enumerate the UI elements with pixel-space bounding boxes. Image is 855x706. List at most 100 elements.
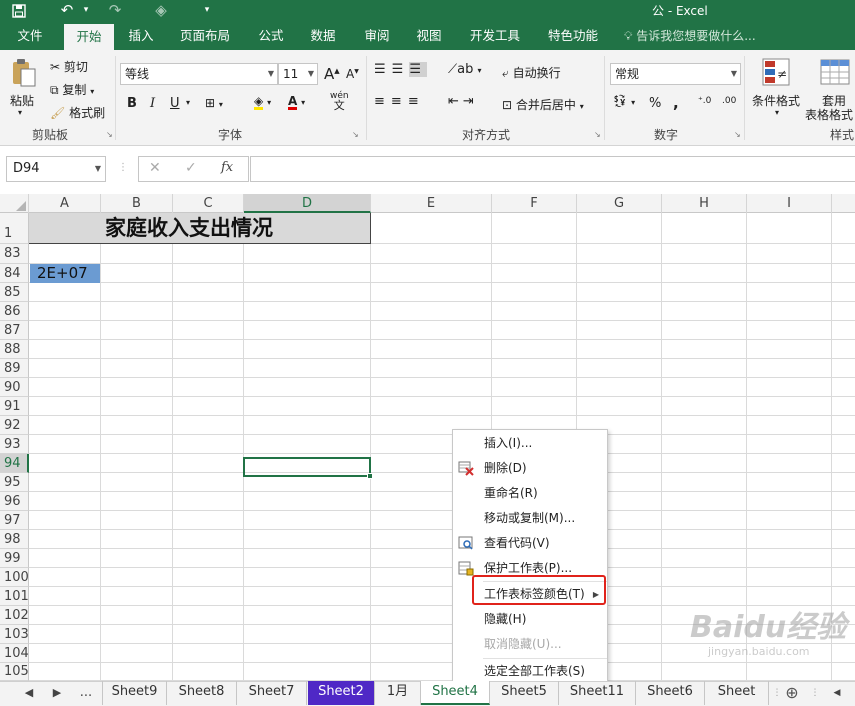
row-header-87[interactable]: 87 [0,321,29,340]
clipboard-dialog-launcher[interactable]: ↘ [106,130,113,139]
row-header-100[interactable]: 100 [0,568,29,587]
horizontal-align-buttons[interactable]: ≡≡≡ [374,94,425,109]
sheet-tab-partial[interactable]: Sheet [705,681,769,705]
column-header-c[interactable]: C [173,194,244,213]
undo-dropdown-icon[interactable]: ▾ [80,0,92,22]
sheet-tab-sheet9[interactable]: Sheet9 [102,681,167,705]
currency-button[interactable]: 💱︎ ▾ [612,94,635,108]
tab-special-features[interactable]: 特色功能 [540,22,606,50]
column-header-i[interactable]: I [747,194,832,213]
alignment-dialog-launcher[interactable]: ↘ [594,130,601,139]
underline-button[interactable]: U [170,96,180,111]
tab-data[interactable]: 数据 [302,22,344,50]
tab-home[interactable]: 开始 [64,24,114,50]
row-header-101[interactable]: 101 [0,587,29,606]
number-dialog-launcher[interactable]: ↘ [734,130,741,139]
tab-view[interactable]: 视图 [408,22,450,50]
percent-button[interactable]: % [649,96,661,111]
name-box[interactable]: D94 ▼ [6,156,106,182]
row-header-90[interactable]: 90 [0,378,29,397]
sheet-tab-sheet11[interactable]: Sheet11 [559,681,636,705]
font-color-button[interactable]: A ▾ [288,94,305,110]
formula-input[interactable] [250,156,855,182]
orientation-button[interactable]: ⟋ab ▾ [448,62,481,77]
sheet-tab-sheet6[interactable]: Sheet6 [636,681,705,705]
font-size-select[interactable]: 11 ▼ [278,63,318,85]
tab-developer[interactable]: 开发工具 [462,22,528,50]
font-name-select[interactable]: 等线 ▼ [120,63,278,85]
sheet-tab-sheet2[interactable]: Sheet2 [308,681,375,705]
menu-item-view-code[interactable]: 查看代码(V) [453,531,607,556]
italic-button[interactable]: I [150,96,155,111]
column-header-e[interactable]: E [371,194,492,213]
quick-access-extra-icon[interactable]: ◈ [150,0,172,22]
wrap-text-button[interactable]: ⤶ 自动换行 [502,64,561,81]
insert-function-icon[interactable]: fx [221,160,233,175]
row-header-91[interactable]: 91 [0,397,29,416]
tell-me-box[interactable]: 💡︎ 告诉我您想要做什么... [624,22,756,50]
grow-font-button[interactable]: A▲ [324,65,340,83]
undo-icon[interactable]: ↶ [56,0,78,22]
shrink-font-button[interactable]: A▼ [346,67,359,81]
column-header-g[interactable]: G [577,194,662,213]
indent-buttons[interactable]: ⇤⇥ [448,94,478,109]
cancel-icon[interactable]: ✕ [149,160,161,176]
row-header-102[interactable]: 102 [0,606,29,625]
format-as-table-label-2[interactable]: 表格格式 [805,106,853,123]
cell-a84[interactable]: 2E+07 [30,264,100,283]
column-header-h[interactable]: H [662,194,747,213]
tab-review[interactable]: 审阅 [356,22,398,50]
row-header-98[interactable]: 98 [0,530,29,549]
menu-item-insert[interactable]: 插入(I)... [453,431,607,456]
row-header-85[interactable]: 85 [0,283,29,302]
row-header-97[interactable]: 97 [0,511,29,530]
cut-button[interactable]: ✂ 剪切 [50,58,88,75]
row-header-89[interactable]: 89 [0,359,29,378]
paste-icon[interactable] [10,58,40,88]
redo-icon[interactable]: ↷ [104,0,126,22]
row-header-88[interactable]: 88 [0,340,29,359]
format-painter-button[interactable]: 🖌︎ 格式刷 [50,104,105,121]
sheet-tab-sheet5[interactable]: Sheet5 [490,681,559,705]
row-header-84[interactable]: 84 [0,264,29,283]
row-header-86[interactable]: 86 [0,302,29,321]
next-sheet-icon[interactable]: ▶ [48,682,66,706]
save-icon[interactable] [8,0,30,22]
tab-page-layout[interactable]: 页面布局 [172,22,238,50]
column-header-f[interactable]: F [492,194,577,213]
row-header-93[interactable]: 93 [0,435,29,454]
row-header-103[interactable]: 103 [0,625,29,644]
tab-file[interactable]: 文件 [8,22,52,50]
tab-formulas[interactable]: 公式 [250,22,292,50]
prev-sheet-icon[interactable]: ◀ [20,682,38,706]
borders-button[interactable]: ⊞ ▾ [205,96,223,110]
horizontal-scroll-left-icon[interactable]: ◀ [830,682,844,706]
row-header-1[interactable]: 1 [0,213,29,244]
select-all-corner[interactable] [0,194,29,213]
fill-handle[interactable] [367,473,373,479]
row-header-105[interactable]: 105 [0,663,29,681]
paste-button[interactable]: 粘贴 [10,92,34,109]
menu-item-delete[interactable]: 删除(D) [453,456,607,481]
fill-color-button[interactable]: ◈ ▾ [254,94,271,110]
row-header-94[interactable]: 94 [0,454,29,473]
sheet-tab-sheet4[interactable]: Sheet4 [421,681,490,705]
row-header-92[interactable]: 92 [0,416,29,435]
conditional-formatting-dropdown-icon[interactable]: ▾ [775,108,779,117]
row-header-104[interactable]: 104 [0,644,29,663]
more-sheets-button[interactable]: ... [76,682,96,706]
conditional-formatting-button[interactable]: 条件格式 [752,92,800,109]
enter-icon[interactable]: ✓ [185,160,197,176]
column-header-a[interactable]: A [29,194,101,213]
add-sheet-icon[interactable]: ⊕ [782,682,802,706]
column-header-d[interactable]: D [244,194,371,213]
sheet-tab-sheet7[interactable]: Sheet7 [237,681,307,705]
menu-item-hide[interactable]: 隐藏(H) [453,607,607,632]
cell-a1-title[interactable]: 家庭收入支出情况 [29,213,371,244]
chevron-down-icon[interactable]: ▼ [95,157,101,181]
menu-item-move-copy[interactable]: 移动或复制(M)... [453,506,607,531]
format-as-table-icon[interactable] [820,58,850,88]
active-cell-d94[interactable] [243,457,371,477]
conditional-formatting-icon[interactable]: ≠ [762,58,792,88]
sheet-tab-sheet8[interactable]: Sheet8 [167,681,237,705]
